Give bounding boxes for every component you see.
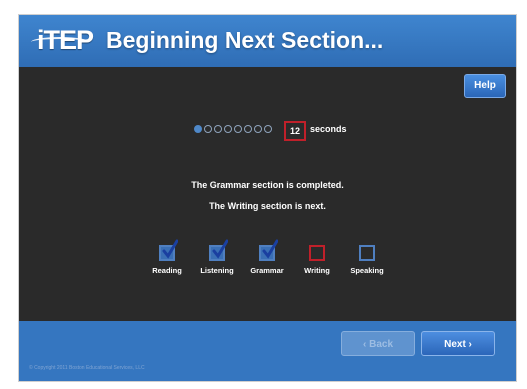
countdown-dot	[204, 125, 212, 133]
section-progress: Reading Listening Grammar Writing Speaking	[142, 239, 392, 275]
countdown-dot	[224, 125, 232, 133]
countdown-dot	[264, 125, 272, 133]
section-checkbox	[159, 239, 178, 261]
section-label: Reading	[152, 266, 182, 275]
section-item-grammar: Grammar	[242, 239, 292, 275]
countdown-dot	[254, 125, 262, 133]
section-item-listening: Listening	[192, 239, 242, 275]
section-checkbox	[259, 239, 278, 261]
section-checkbox	[209, 239, 228, 261]
back-button[interactable]: ‹ Back	[341, 331, 415, 356]
help-button[interactable]: Help	[464, 74, 506, 98]
countdown-dots	[194, 125, 272, 133]
logo-swoosh	[31, 37, 89, 47]
countdown-dot	[234, 125, 242, 133]
next-section-message: The Writing section is next.	[209, 201, 326, 211]
countdown-dot	[214, 125, 222, 133]
checkmark-icon	[262, 239, 278, 259]
footer-bar: ‹ Back Next › © Copyright 2011 Boston Ed…	[19, 321, 516, 381]
header-bar: iTEP Beginning Next Section...	[19, 15, 516, 67]
page-title: Beginning Next Section...	[106, 27, 384, 53]
section-label: Grammar	[250, 266, 284, 275]
countdown-dot	[244, 125, 252, 133]
app-frame: iTEP Beginning Next Section... Help 12 s…	[18, 14, 517, 382]
section-item-speaking: Speaking	[342, 245, 392, 275]
checkmark-icon	[212, 239, 228, 259]
seconds-label: seconds	[310, 124, 347, 134]
next-button[interactable]: Next ›	[421, 331, 495, 356]
countdown-dot	[194, 125, 202, 133]
section-item-writing: Writing	[292, 245, 342, 275]
main-panel: Help 12 seconds The Grammar section is c…	[19, 67, 516, 321]
itep-logo: iTEP	[31, 24, 94, 56]
section-label: Listening	[200, 266, 234, 275]
section-checkbox	[309, 245, 325, 261]
section-label: Speaking	[350, 266, 384, 275]
checkmark-icon	[162, 239, 178, 259]
section-checkbox	[359, 245, 375, 261]
section-item-reading: Reading	[142, 239, 192, 275]
section-completed-message: The Grammar section is completed.	[191, 180, 344, 190]
countdown-timer: 12	[284, 121, 306, 141]
copyright-text: © Copyright 2011 Boston Educational Serv…	[29, 365, 145, 371]
section-label: Writing	[304, 266, 330, 275]
